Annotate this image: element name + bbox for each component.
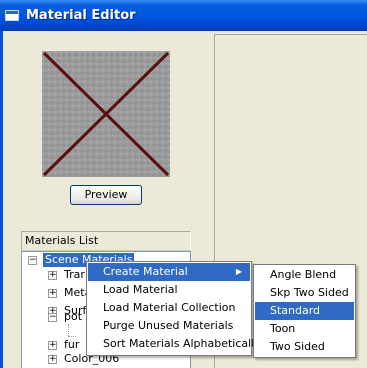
submenu-item-skp-two-sided[interactable]: Skp Two Sided xyxy=(255,284,354,302)
menu-item-label: Create Material xyxy=(103,265,188,278)
preview-button[interactable]: Preview xyxy=(70,185,142,205)
expand-icon[interactable]: + xyxy=(48,289,57,298)
window-icon xyxy=(5,10,19,21)
submenu-item-toon[interactable]: Toon xyxy=(255,320,354,338)
tree-item-label[interactable]: fur xyxy=(64,338,79,352)
expand-icon[interactable]: + xyxy=(48,355,57,364)
menu-item-load-material-collection[interactable]: Load Material Collection xyxy=(88,299,250,317)
materials-list-header: Materials List xyxy=(21,231,191,251)
menu-item-purge-unused-materials[interactable]: Purge Unused Materials xyxy=(88,317,250,335)
material-preview-swatch xyxy=(42,51,170,177)
create-material-submenu: Angle Blend Skp Two Sided Standard Toon … xyxy=(253,264,356,358)
expand-icon[interactable]: + xyxy=(48,341,57,350)
submenu-item-angle-blend[interactable]: Angle Blend xyxy=(255,266,354,284)
window-title: Material Editor xyxy=(26,8,136,23)
menu-item-sort-materials-alphabetically[interactable]: Sort Materials Alphabetically xyxy=(88,335,261,353)
menu-item-load-material[interactable]: Load Material xyxy=(88,281,250,299)
expand-icon[interactable]: + xyxy=(48,271,57,280)
submenu-arrow-icon: ▶ xyxy=(235,267,242,276)
tree-item-label[interactable]: pot xyxy=(64,310,82,324)
tree-connector xyxy=(68,324,69,336)
collapse-icon[interactable]: − xyxy=(48,313,57,322)
context-menu: Create Material ▶ Load Material Load Mat… xyxy=(86,261,261,356)
submenu-item-two-sided[interactable]: Two Sided xyxy=(255,338,354,356)
tree-connector xyxy=(68,336,76,337)
collapse-icon[interactable]: − xyxy=(28,256,37,265)
title-bar[interactable]: Material Editor xyxy=(0,0,367,31)
submenu-item-standard[interactable]: Standard xyxy=(255,302,354,320)
menu-item-create-material[interactable]: Create Material ▶ xyxy=(88,263,250,281)
tree-item-label[interactable]: Trar xyxy=(64,268,85,282)
